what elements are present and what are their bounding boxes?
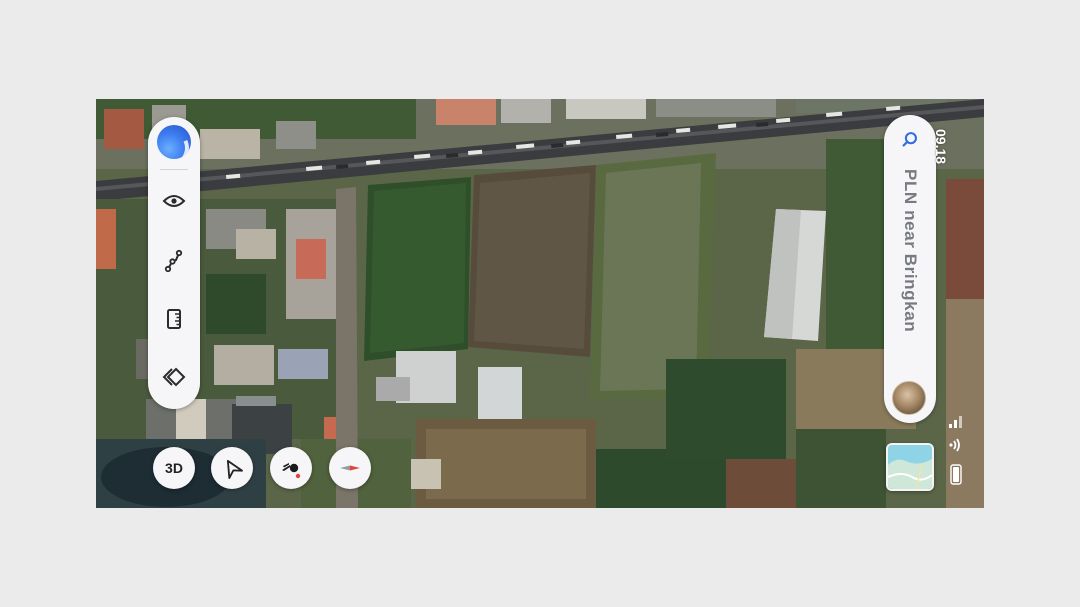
navigate-arrow-icon	[226, 459, 243, 479]
location-pin-icon	[162, 195, 186, 207]
route-icon	[164, 249, 183, 273]
my-location-button[interactable]	[211, 447, 253, 489]
app-logo-icon[interactable]	[157, 125, 191, 159]
street-view-icon	[282, 463, 301, 479]
measure-button[interactable]	[160, 305, 188, 333]
map-tools-toolbar	[148, 117, 200, 409]
three-d-label: 3D	[165, 460, 183, 476]
status-time: 09.18	[933, 129, 949, 165]
search-bar[interactable]: PLN near Bringkan	[884, 115, 936, 423]
battery-icon	[950, 464, 962, 485]
compass-button[interactable]	[329, 447, 371, 489]
search-query-text[interactable]: PLN near Bringkan	[900, 169, 920, 369]
add-placemark-button[interactable]	[160, 187, 188, 215]
search-icon[interactable]	[899, 129, 921, 151]
ruler-icon	[167, 309, 181, 329]
map-type-thumbnail[interactable]	[886, 443, 934, 491]
layers-icon	[162, 367, 186, 387]
layers-button[interactable]	[160, 363, 188, 391]
draw-path-button[interactable]	[160, 247, 188, 275]
map-type-preview	[888, 445, 932, 489]
three-d-button[interactable]: 3D	[153, 447, 195, 489]
street-view-button[interactable]	[270, 447, 312, 489]
compass-icon	[340, 465, 360, 471]
toolbar-divider	[160, 169, 188, 170]
signal-icon	[949, 416, 962, 428]
avatar[interactable]	[892, 381, 926, 415]
wifi-icon	[949, 438, 960, 452]
map-screen[interactable]: 3D PLN near Bringkan 09.18	[96, 99, 984, 508]
